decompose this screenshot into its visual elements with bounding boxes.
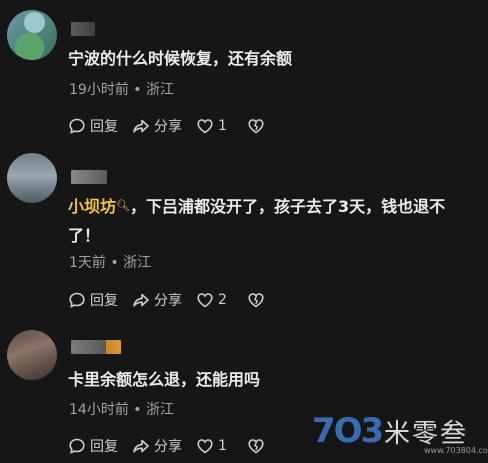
avatar[interactable] <box>7 153 57 203</box>
like-count: 2 <box>218 292 227 308</box>
reply-label: 回复 <box>90 119 118 135</box>
share-button[interactable]: 分享 <box>132 436 182 456</box>
reply-button[interactable]: 回复 <box>68 290 118 310</box>
broken-heart-icon <box>248 439 264 454</box>
share-arrow-icon <box>133 293 149 307</box>
speech-bubble-icon <box>69 118 85 134</box>
share-button[interactable]: 分享 <box>132 116 182 136</box>
watermark-url: www.703804.com <box>424 446 488 455</box>
reply-button[interactable]: 回复 <box>68 436 118 456</box>
mention-link[interactable]: 小坝坊🔍︎ <box>68 197 130 216</box>
broken-heart-icon <box>248 119 264 134</box>
heart-icon <box>197 119 213 134</box>
broken-heart-icon <box>248 293 264 308</box>
like-button[interactable]: 1 <box>196 117 227 135</box>
username-blurred[interactable] <box>71 340 121 354</box>
comment-meta: 19小时前 • 浙江 <box>69 82 174 98</box>
share-button[interactable]: 分享 <box>132 290 182 310</box>
comment-text: 小坝坊🔍︎，下吕浦都没开了，孩子去了3天，钱也退不 <box>68 191 472 222</box>
watermark-number: 7O3 <box>312 411 384 451</box>
username-blurred[interactable] <box>71 170 107 184</box>
like-count: 1 <box>218 118 227 134</box>
heart-icon <box>197 439 213 454</box>
comment-actions: 回复 分享 1 <box>68 116 283 136</box>
like-button[interactable]: 2 <box>196 291 227 309</box>
comment-actions: 回复 分享 2 <box>68 290 283 310</box>
dislike-button[interactable] <box>247 117 269 135</box>
search-icon: 🔍︎ <box>116 199 130 212</box>
comment-text-line1: ，下吕浦都没开了，孩子去了3天，钱也退不 <box>129 197 446 216</box>
share-arrow-icon <box>133 439 149 453</box>
speech-bubble-icon <box>69 292 85 308</box>
reply-button[interactable]: 回复 <box>68 116 118 136</box>
dislike-button[interactable] <box>247 291 269 309</box>
comment-text: 卡里余额怎么退，还能用吗 <box>68 370 261 389</box>
site-watermark-logo: 7O3 米零叁 www.703804.com <box>312 405 488 461</box>
comment-text-line2: 了！ <box>68 226 101 245</box>
comment-actions: 回复 分享 1 <box>68 436 283 456</box>
share-arrow-icon <box>133 119 149 133</box>
username-blurred[interactable] <box>71 22 95 36</box>
dislike-button[interactable] <box>247 437 269 455</box>
comment-meta: 1天前 • 浙江 <box>69 255 152 271</box>
like-button[interactable]: 1 <box>196 437 227 455</box>
share-label: 分享 <box>154 439 182 455</box>
avatar[interactable] <box>7 10 57 60</box>
comment-text: 宁波的什么时候恢复，还有余额 <box>68 49 293 68</box>
like-count: 1 <box>218 438 227 454</box>
watermark-name: 米零叁 <box>384 419 469 449</box>
speech-bubble-icon <box>69 438 85 454</box>
share-label: 分享 <box>154 119 182 135</box>
reply-label: 回复 <box>90 439 118 455</box>
share-label: 分享 <box>154 293 182 309</box>
comment-meta: 14小时前 • 浙江 <box>69 402 174 418</box>
avatar[interactable] <box>7 330 57 380</box>
reply-label: 回复 <box>90 293 118 309</box>
heart-icon <box>197 293 213 308</box>
